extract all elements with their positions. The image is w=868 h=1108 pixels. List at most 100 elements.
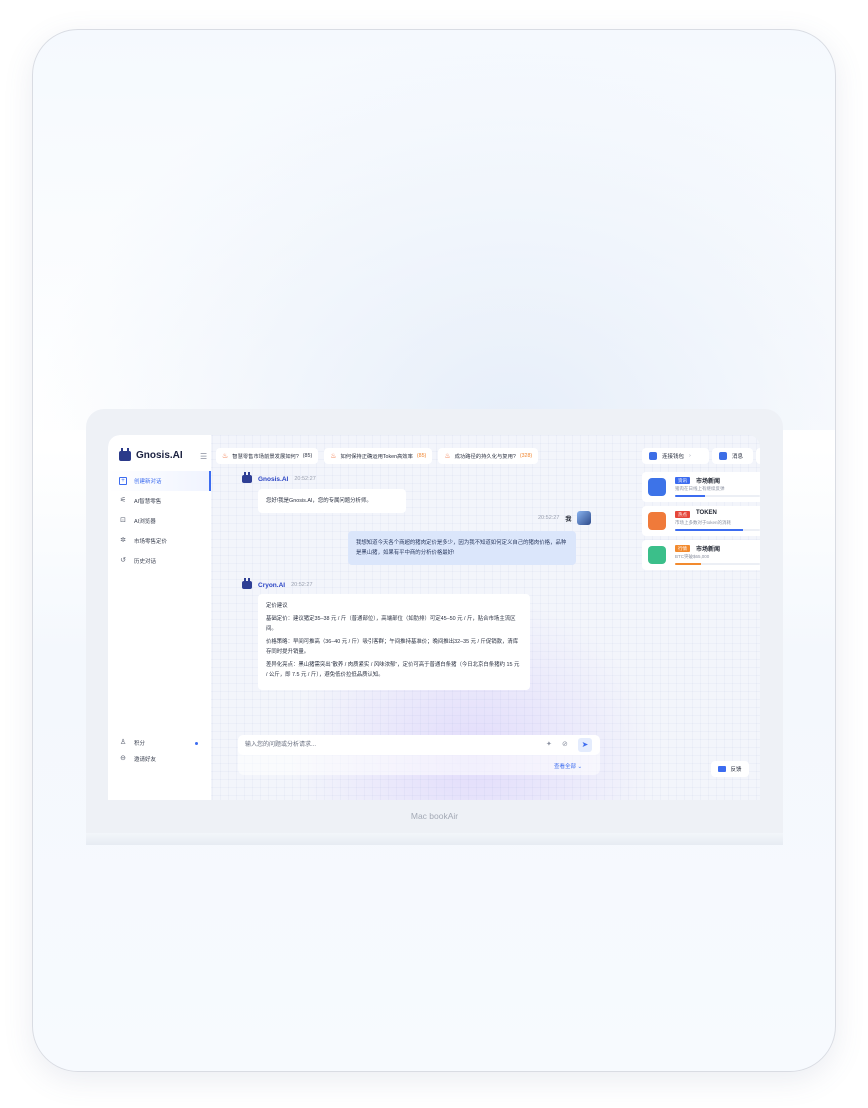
news-card[interactable]: 资讯 市场新闻 猪肉在日线上有继续反弹 ✕ ⌄ [642, 472, 760, 502]
composer: ✦ ⊘ ➤ 查看全部 ⌄ [238, 735, 600, 775]
plus-square-icon: + [119, 477, 127, 485]
feedback-button[interactable]: 反馈 [711, 761, 749, 777]
news-thumbnail-icon [648, 546, 666, 564]
gift-icon: ⊖ [120, 755, 126, 762]
sidebar-item-ai-browser[interactable]: ⊡ AI浏览器 [108, 511, 211, 531]
news-tag: 热点 [675, 511, 690, 518]
fire-icon: ♨ [222, 453, 229, 460]
sidebar-item-market-pricing[interactable]: ✲ 市场零售定价 [108, 531, 211, 551]
background-glow [33, 30, 835, 430]
news-progress [675, 495, 760, 497]
sender-name: Gnosis.AI [258, 475, 289, 483]
news-title: TOKEN [696, 510, 717, 516]
advice-title: 定价建议 [266, 603, 288, 609]
send-button[interactable]: ➤ [578, 738, 592, 752]
wallet-icon [649, 452, 657, 460]
device-label: Mac bookAir [410, 811, 459, 821]
message-icon [719, 452, 727, 460]
gear-icon: ✲ [120, 537, 126, 544]
robot-logo-icon [119, 447, 131, 461]
news-thumbnail-icon [648, 478, 666, 496]
bot-message-bubble: 定价建议 基础定价：建议猪定35–38 元 / 斤（普通部位），高端部位（如肋排… [258, 594, 530, 690]
topic-count: (85) [416, 453, 427, 459]
topic-count: (328) [519, 453, 533, 459]
news-tag: 资讯 [675, 477, 690, 484]
bot-message-header: Cryon.AI 20:52:27 [242, 578, 313, 589]
user-label: 我 [565, 516, 572, 523]
bot-message-bubble: 您好!我是Gnosis.AI，您的专属问题分析师。 [258, 489, 406, 513]
view-all-link[interactable]: 查看全部 ⌄ [554, 762, 582, 770]
sidebar: Gnosis.AI ☰ + 创建新对话 ⚟ AI智慧零售 ⊡ AI浏览器 ✲ 市… [108, 435, 211, 800]
sender-name: Cryon.AI [258, 581, 286, 589]
laptop-frame: Gnosis.AI ☰ + 创建新对话 ⚟ AI智慧零售 ⊡ AI浏览器 ✲ 市… [86, 409, 783, 833]
news-progress [675, 563, 760, 565]
laptop-base [86, 833, 783, 845]
topic-text: 成功路径的持久化与复用? [454, 454, 516, 460]
composer-input-row: ✦ ⊘ ➤ [238, 735, 600, 755]
sidebar-item-label: 市场零售定价 [134, 539, 168, 545]
chat-area: Gnosis.AI 20:52:27 您好!我是Gnosis.AI，您的专属问题… [216, 472, 611, 755]
topic-count: (85) [302, 453, 313, 459]
brand-name: Gnosis.AI [136, 450, 183, 461]
collapse-sidebar-icon[interactable]: ☰ [200, 452, 207, 461]
fire-icon: ♨ [330, 453, 337, 460]
sidebar-item-label: 积分 [134, 741, 146, 747]
hot-topic[interactable]: ♨ 成功路径的持久化与复用? (328) [438, 448, 539, 464]
fire-icon: ♨ [444, 453, 451, 460]
message-time: 20:52:27 [294, 476, 316, 482]
brand: Gnosis.AI [119, 447, 183, 461]
news-progress-fill [675, 495, 705, 497]
news-progress [675, 529, 760, 531]
notification-dot [195, 742, 198, 745]
sidebar-item-points[interactable]: ♙ 积分 [108, 735, 211, 751]
bot-avatar-icon [242, 472, 252, 483]
message-time: 20:52:27 [538, 515, 560, 521]
messages-label: 消息 [732, 454, 744, 460]
question-input[interactable] [245, 739, 525, 751]
feedback-icon [718, 766, 727, 772]
news-card[interactable]: 热点 TOKEN 市场上多数对于token的消耗 ✕ ⌄ [642, 506, 760, 536]
sparkle-icon[interactable]: ✦ [546, 740, 552, 748]
app-window: Gnosis.AI ☰ + 创建新对话 ⚟ AI智慧零售 ⊡ AI浏览器 ✲ 市… [108, 435, 760, 800]
hot-topic[interactable]: ♨ 智慧零售市场前景发展如何? (85) [216, 448, 319, 464]
news-subtitle: 猪肉在日线上有继续反弹 [675, 486, 725, 491]
attachment-icon[interactable]: ⊘ [562, 740, 568, 748]
sidebar-item-new-chat[interactable]: + 创建新对话 [108, 471, 211, 491]
news-tag: 行情 [675, 545, 690, 552]
more-button[interactable]: ··· [756, 448, 760, 464]
news-title: 市场新闻 [696, 479, 721, 485]
bot-message-header: Gnosis.AI 20:52:27 [242, 472, 316, 483]
chevron-right-icon: › [689, 453, 691, 459]
user-icon: ♙ [119, 739, 127, 746]
user-message-header: 20:52:27 我 [538, 511, 592, 525]
topic-text: 智慧零售市场前景发展如何? [232, 454, 299, 460]
sidebar-bottom: ♙ 积分 ⊖ 邀请好友 [108, 735, 211, 767]
news-progress-fill [675, 529, 743, 531]
sidebar-item-ai-retail[interactable]: ⚟ AI智慧零售 [108, 491, 211, 511]
news-thumbnail-icon [648, 512, 666, 530]
messages-button[interactable]: 消息 [712, 448, 753, 464]
sidebar-item-label: 邀请好友 [134, 757, 157, 763]
sidebar-item-invite[interactable]: ⊖ 邀请好友 [108, 751, 211, 767]
avatar[interactable] [577, 511, 592, 525]
hot-topics-bar: ♨ 智慧零售市场前景发展如何? (85) ♨ 如何保持正确运用Token高效率 … [216, 448, 539, 464]
sidebar-nav: + 创建新对话 ⚟ AI智慧零售 ⊡ AI浏览器 ✲ 市场零售定价 ↺ 历史对话 [108, 471, 211, 571]
sidebar-item-label: AI智慧零售 [134, 499, 162, 505]
user-message-bubble: 我想知道今天各个商超的猪肉定价是多少，因为我不知道如何定义自己的猪肉价格，品种是… [348, 531, 576, 565]
news-subtitle: BTC突破$65,000 [675, 554, 710, 559]
feedback-label: 反馈 [730, 767, 742, 773]
hot-topic[interactable]: ♨ 如何保持正确运用Token高效率 (85) [324, 448, 433, 464]
sidebar-item-label: 创建新对话 [134, 479, 162, 485]
sidebar-item-label: 历史对话 [134, 559, 157, 565]
news-subtitle: 市场上多数对于token的消耗 [675, 520, 732, 525]
news-progress-fill [675, 563, 701, 565]
news-title: 市场新闻 [696, 547, 721, 553]
browser-icon: ⊡ [120, 517, 126, 524]
topic-text: 如何保持正确运用Token高效率 [340, 454, 413, 460]
message-text: 我想知道今天各个商超的猪肉定价是多少，因为我不知道如何定义自己的猪肉价格，品种是… [356, 540, 567, 556]
sidebar-item-history[interactable]: ↺ 历史对话 [108, 551, 211, 571]
connect-wallet-button[interactable]: 连接钱包 › [642, 448, 709, 464]
news-card[interactable]: 行情 市场新闻 BTC突破$65,000 ✕ [642, 540, 760, 570]
sidebar-item-label: AI浏览器 [134, 519, 156, 525]
connect-wallet-label: 连接钱包 [662, 454, 685, 460]
